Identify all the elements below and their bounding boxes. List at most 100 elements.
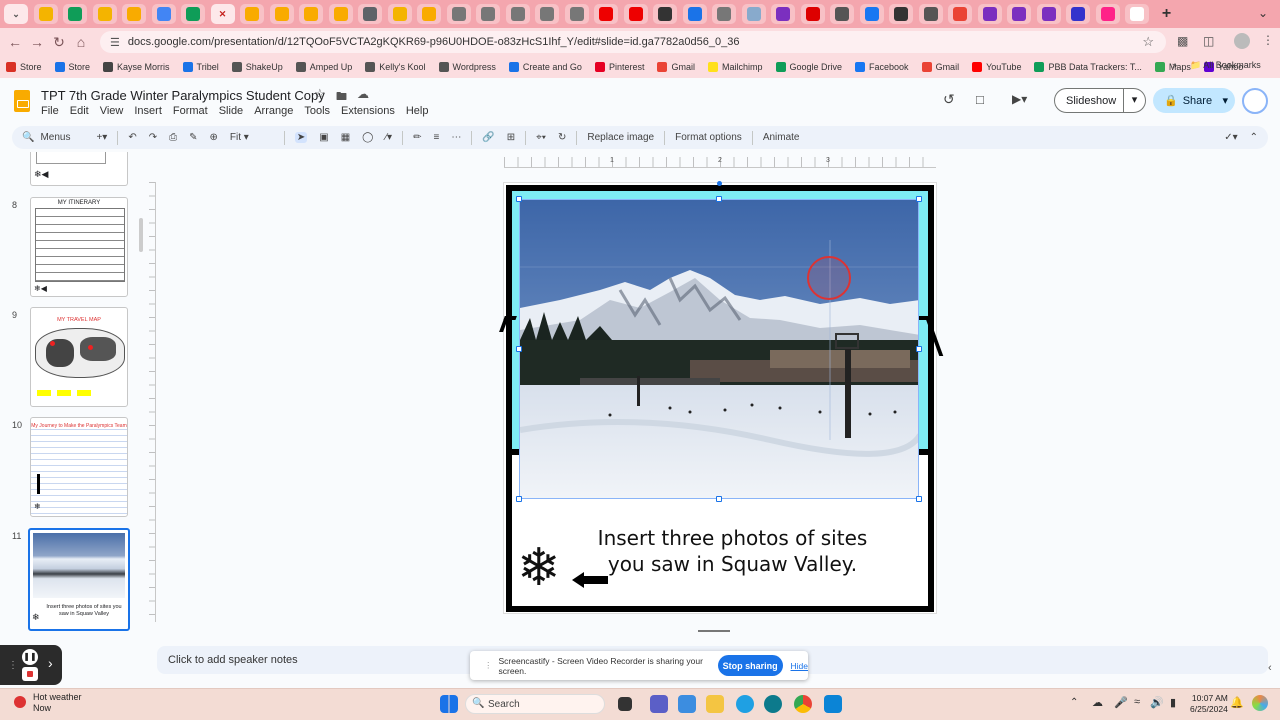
browser-tab[interactable]	[741, 4, 766, 24]
browser-tab[interactable]	[594, 4, 618, 24]
home-icon[interactable]: ⌂	[70, 34, 92, 50]
bookmark-item[interactable]: Gmail	[657, 62, 695, 72]
windows-start-icon[interactable]	[440, 695, 458, 713]
browser-tab[interactable]	[299, 4, 323, 24]
tab-search-icon[interactable]: ⌄	[4, 4, 28, 24]
collapse-toolbar-icon[interactable]: ⌃	[1250, 132, 1258, 143]
browser-tab[interactable]	[358, 4, 382, 24]
browser-tab[interactable]	[1066, 4, 1090, 24]
all-bookmarks[interactable]: 📁 All Bookmarks	[1190, 60, 1261, 71]
pen-mode-icon[interactable]: ✓▾	[1224, 132, 1237, 143]
stop-sharing-button[interactable]: Stop sharing	[717, 655, 783, 676]
battery-icon[interactable]: ▮	[1170, 696, 1176, 709]
widgets-icon[interactable]	[678, 695, 696, 713]
stop-recording-icon[interactable]	[22, 667, 38, 681]
volume-icon[interactable]: 🔊	[1150, 696, 1164, 709]
bookmark-item[interactable]: Store	[54, 62, 90, 72]
browser-tab[interactable]	[33, 4, 58, 24]
shape-icon[interactable]: ◯	[362, 132, 373, 143]
insert-image-icon[interactable]: ▦	[341, 132, 350, 143]
bookmark-item[interactable]: Create and Go	[508, 62, 582, 72]
bookmark-item[interactable]: Pinterest	[594, 62, 644, 72]
profile-icon[interactable]	[1234, 33, 1250, 49]
bookmark-item[interactable]: Amped Up	[295, 62, 352, 72]
browser-tab[interactable]	[1007, 4, 1031, 24]
teams-icon[interactable]	[650, 695, 668, 713]
browser-tab-active[interactable]: ✕	[210, 4, 235, 24]
browser-tab[interactable]	[771, 4, 795, 24]
browser-tab[interactable]	[328, 4, 353, 24]
browser-tab[interactable]	[476, 4, 500, 24]
menu-arrange[interactable]: Arrange	[254, 105, 293, 117]
browser-tab[interactable]	[63, 4, 87, 24]
new-slide-icon[interactable]: +▾	[96, 132, 107, 143]
menu-insert[interactable]: Insert	[134, 105, 162, 117]
link-icon[interactable]: 🔗	[482, 132, 494, 143]
slide-thumbnail-9[interactable]: MY TRAVEL MAP	[30, 307, 128, 407]
bookmark-star-icon[interactable]: ☆	[1142, 34, 1154, 50]
browser-tab[interactable]	[977, 4, 1002, 24]
browser-tab[interactable]	[859, 4, 884, 24]
expand-panel-icon[interactable]: ‹	[1268, 662, 1272, 674]
menu-edit[interactable]: Edit	[70, 105, 89, 117]
undo-icon[interactable]: ↶	[128, 132, 136, 143]
browser-tab[interactable]	[564, 4, 589, 24]
drag-handle-icon[interactable]: ⋮	[8, 660, 18, 671]
slideshow-button[interactable]: Slideshow ▾	[1054, 88, 1146, 113]
resize-handle[interactable]	[716, 496, 722, 502]
resize-handle[interactable]	[916, 346, 922, 352]
bookmark-item[interactable]: YouTube	[972, 62, 1021, 72]
weather-widget[interactable]: Hot weather Now	[14, 692, 82, 714]
browser-tab[interactable]	[918, 4, 943, 24]
browser-tab[interactable]	[240, 4, 264, 24]
slide-thumbnail-7[interactable]: ❄◀	[30, 152, 128, 186]
animate-button[interactable]: Animate	[763, 132, 800, 143]
bookmarks-overflow-icon[interactable]: »	[1172, 60, 1177, 70]
format-options-button[interactable]: Format options	[675, 132, 742, 143]
copilot-icon[interactable]	[1252, 695, 1268, 711]
inserted-photo[interactable]	[519, 199, 919, 499]
browser-tab[interactable]	[181, 4, 205, 24]
doc-title[interactable]: TPT 7th Grade Winter Paralympics Student…	[41, 88, 325, 103]
browser-tab[interactable]	[417, 4, 441, 24]
resize-handle[interactable]	[916, 196, 922, 202]
browser-tab[interactable]	[653, 4, 677, 24]
bookmark-item[interactable]: Gmail	[921, 62, 959, 72]
notes-resize-handle[interactable]	[698, 630, 730, 632]
comment-add-icon[interactable]: ⊞	[507, 132, 515, 143]
comments-icon[interactable]: □	[976, 92, 984, 107]
browser-menu-icon[interactable]: ⋮	[1262, 33, 1274, 47]
new-tab-button[interactable]: +	[1155, 4, 1179, 24]
extension-icon[interactable]: ▩	[1177, 34, 1188, 48]
bookmark-item[interactable]: Mailchimp	[707, 62, 763, 72]
bookmark-item[interactable]: Kayse Morris	[103, 62, 170, 72]
browser-tab[interactable]	[623, 4, 648, 24]
bookmark-item[interactable]: Wordpress	[438, 62, 496, 72]
line-icon[interactable]: ∕▾	[385, 132, 392, 143]
select-cursor-icon[interactable]: ➤	[294, 132, 308, 143]
bookmark-item[interactable]: Store	[6, 62, 42, 72]
slideshow-dropdown-icon[interactable]: ▾	[1123, 89, 1145, 112]
edge-dev-icon[interactable]	[764, 695, 782, 713]
menu-file[interactable]: File	[41, 105, 59, 117]
browser-tab[interactable]	[505, 4, 530, 24]
share-button[interactable]: 🔒 Share ▾	[1153, 88, 1235, 113]
browser-tab[interactable]	[712, 4, 736, 24]
browser-tab[interactable]	[830, 4, 854, 24]
cloud-icon[interactable]: ☁	[1092, 696, 1103, 709]
border-color-icon[interactable]: ✏	[413, 132, 421, 143]
browser-tab[interactable]	[1036, 4, 1061, 24]
redo-icon[interactable]: ↷	[149, 132, 157, 143]
slides-logo-icon[interactable]	[14, 90, 30, 112]
zoom-select[interactable]: Fit ▾	[230, 132, 274, 143]
expand-controls-icon[interactable]: ›	[48, 655, 53, 671]
browser-tab[interactable]	[535, 4, 559, 24]
browser-tab[interactable]	[800, 4, 825, 24]
task-view-icon[interactable]	[618, 697, 632, 711]
browser-tab[interactable]	[1125, 4, 1149, 24]
app-icon[interactable]	[824, 695, 842, 713]
bookmark-item[interactable]: ShakeUp	[231, 62, 283, 72]
resize-handle[interactable]	[516, 346, 522, 352]
slide-caption[interactable]: Insert three photos of sites you saw in …	[590, 525, 875, 577]
slide-thumbnail-10[interactable]: My Journey to Make the Paralympics Team …	[30, 417, 128, 517]
